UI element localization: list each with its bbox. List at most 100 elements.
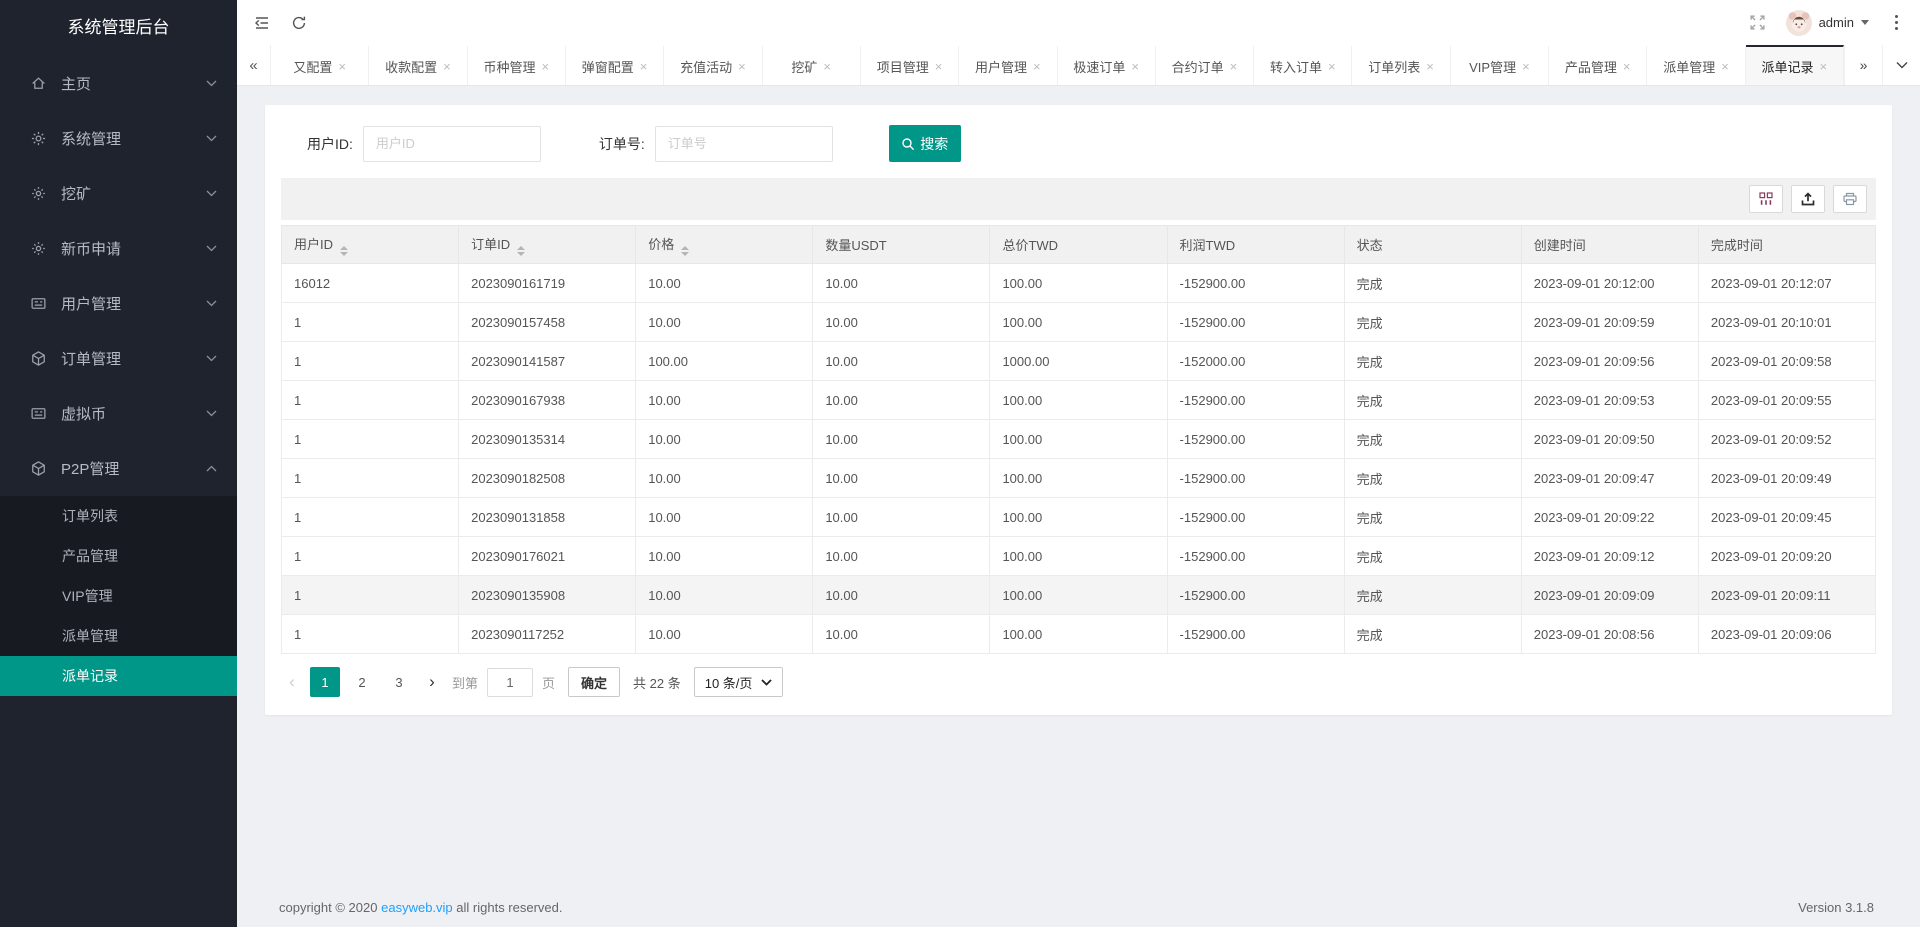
user-menu[interactable]: admin	[1786, 10, 1869, 36]
table-row[interactable]: 1 2023090131858 10.00 10.00 100.00 -1529…	[282, 498, 1876, 537]
easyweb-link[interactable]: easyweb.vip	[381, 900, 453, 915]
goto-page-input[interactable]	[487, 668, 533, 697]
tab[interactable]: VIP管理 ×	[1451, 45, 1549, 85]
refresh-button[interactable]	[291, 15, 307, 31]
tab-close-icon[interactable]: ×	[443, 59, 451, 74]
prev-page-button[interactable]: ‹	[281, 667, 303, 697]
table-row[interactable]: 1 2023090176021 10.00 10.00 100.00 -1529…	[282, 537, 1876, 576]
tab-close-icon[interactable]: ×	[738, 59, 746, 74]
cell-amount-usdt: 10.00	[813, 537, 990, 576]
cell-amount-usdt: 10.00	[813, 342, 990, 381]
tab-close-icon[interactable]: ×	[1033, 59, 1041, 74]
table-row[interactable]: 1 2023090167938 10.00 10.00 100.00 -1529…	[282, 381, 1876, 420]
table-header-cell: 总价TWD	[990, 226, 1167, 264]
tab[interactable]: 又配置 ×	[271, 45, 369, 85]
cell-user-id: 1	[282, 459, 459, 498]
search-icon	[901, 137, 915, 151]
cell-amount-usdt: 10.00	[813, 381, 990, 420]
tab[interactable]: 弹窗配置 ×	[566, 45, 664, 85]
search-button[interactable]: 搜索	[889, 125, 961, 162]
tab-close-icon[interactable]: ×	[823, 59, 831, 74]
page-number-button[interactable]: 1	[310, 667, 340, 697]
sidebar-item-home[interactable]: 主页	[0, 56, 237, 111]
tab-close-icon[interactable]: ×	[1820, 59, 1828, 74]
fullscreen-button[interactable]	[1749, 14, 1766, 31]
sort-icon[interactable]	[340, 246, 348, 256]
table-row[interactable]: 16012 2023090161719 10.00 10.00 100.00 -…	[282, 264, 1876, 303]
sidebar-item-p2p[interactable]: P2P管理	[0, 441, 237, 496]
tab-close-icon[interactable]: ×	[1721, 59, 1729, 74]
sidebar-item-label: 系统管理	[61, 128, 121, 149]
sidebar-item-label: 用户管理	[61, 293, 121, 314]
tab[interactable]: 产品管理 ×	[1549, 45, 1647, 85]
sort-icon[interactable]	[681, 246, 689, 256]
tabs-scroll-left-button[interactable]: «	[237, 45, 271, 85]
table-row[interactable]: 1 2023090182508 10.00 10.00 100.00 -1529…	[282, 459, 1876, 498]
tab[interactable]: 收款配置 ×	[369, 45, 467, 85]
sidebar-item-new-coin[interactable]: 新币申请	[0, 221, 237, 276]
sidebar-submenu-item[interactable]: 产品管理	[0, 536, 237, 576]
tab[interactable]: 转入订单 ×	[1254, 45, 1352, 85]
tab-close-icon[interactable]: ×	[1230, 59, 1238, 74]
tab-close-icon[interactable]: ×	[541, 59, 549, 74]
export-button[interactable]	[1791, 185, 1825, 213]
tab-close-icon[interactable]: ×	[1623, 59, 1631, 74]
tab[interactable]: 合约订单 ×	[1156, 45, 1254, 85]
search-button-label: 搜索	[920, 134, 948, 154]
tab-close-icon[interactable]: ×	[640, 59, 648, 74]
tab-close-icon[interactable]: ×	[1426, 59, 1434, 74]
tab[interactable]: 派单管理 ×	[1647, 45, 1745, 85]
goto-confirm-button[interactable]: 确定	[568, 667, 620, 697]
sidebar-submenu-item[interactable]: 派单管理	[0, 616, 237, 656]
sidebar-submenu-item[interactable]: VIP管理	[0, 576, 237, 616]
page-number-button[interactable]: 2	[347, 667, 377, 697]
sidebar-item-users[interactable]: 用户管理	[0, 276, 237, 331]
cell-total-twd: 100.00	[990, 615, 1167, 654]
tab-close-icon[interactable]: ×	[1522, 59, 1530, 74]
tab-close-icon[interactable]: ×	[935, 59, 943, 74]
table-row[interactable]: 1 2023090141587 100.00 10.00 1000.00 -15…	[282, 342, 1876, 381]
table-row[interactable]: 1 2023090157458 10.00 10.00 100.00 -1529…	[282, 303, 1876, 342]
next-page-button[interactable]: ›	[421, 667, 443, 697]
cell-status: 完成	[1344, 615, 1521, 654]
sidebar-submenu-item[interactable]: 派单记录	[0, 656, 237, 696]
sidebar-item-orders[interactable]: 订单管理	[0, 331, 237, 386]
table-header-cell: 用户ID	[282, 226, 459, 264]
user-id-input[interactable]	[363, 126, 541, 162]
columns-filter-button[interactable]	[1749, 185, 1783, 213]
sidebar-item-system[interactable]: 系统管理	[0, 111, 237, 166]
tab[interactable]: 派单记录 ×	[1746, 45, 1844, 85]
order-no-input[interactable]	[655, 126, 833, 162]
print-button[interactable]	[1833, 185, 1867, 213]
chevron-down-icon	[206, 410, 217, 417]
tab[interactable]: 币种管理 ×	[468, 45, 566, 85]
table-row[interactable]: 1 2023090135314 10.00 10.00 100.00 -1529…	[282, 420, 1876, 459]
tab[interactable]: 充值活动 ×	[664, 45, 762, 85]
tab[interactable]: 订单列表 ×	[1352, 45, 1450, 85]
table-body: 16012 2023090161719 10.00 10.00 100.00 -…	[282, 264, 1876, 654]
table-header-cell: 完成时间	[1698, 226, 1875, 264]
page-number-button[interactable]: 3	[384, 667, 414, 697]
tab[interactable]: 极速订单 ×	[1058, 45, 1156, 85]
table-row[interactable]: 1 2023090135908 10.00 10.00 100.00 -1529…	[282, 576, 1876, 615]
tab[interactable]: 挖矿 ×	[763, 45, 861, 85]
tab[interactable]: 项目管理 ×	[861, 45, 959, 85]
sidebar-item-virtual-coin[interactable]: 虚拟币	[0, 386, 237, 441]
tabs-scroll-right-button[interactable]: »	[1844, 45, 1882, 85]
columns-filter-icon	[1758, 191, 1774, 207]
sort-icon[interactable]	[517, 246, 525, 256]
cell-created-at: 2023-09-01 20:09:50	[1521, 420, 1698, 459]
username: admin	[1819, 15, 1854, 30]
tab-close-icon[interactable]: ×	[1131, 59, 1139, 74]
tabs-menu-button[interactable]	[1882, 45, 1920, 85]
tab[interactable]: 用户管理 ×	[959, 45, 1057, 85]
more-options-button[interactable]	[1889, 11, 1904, 34]
copyright: copyright © 2020 easyweb.vip all rights …	[279, 900, 563, 915]
sidebar-submenu-item[interactable]: 订单列表	[0, 496, 237, 536]
tab-close-icon[interactable]: ×	[1328, 59, 1336, 74]
sidebar-item-mining[interactable]: 挖矿	[0, 166, 237, 221]
page-size-select[interactable]: 10 条/页	[694, 667, 784, 697]
collapse-sidebar-button[interactable]	[253, 15, 271, 31]
tab-close-icon[interactable]: ×	[338, 59, 346, 74]
table-row[interactable]: 1 2023090117252 10.00 10.00 100.00 -1529…	[282, 615, 1876, 654]
